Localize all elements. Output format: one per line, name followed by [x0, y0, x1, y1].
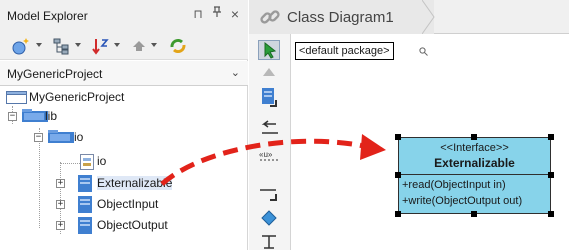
- class-stereotype: <<Interface>>: [440, 142, 509, 154]
- sort-dropdown-icon[interactable]: [114, 43, 120, 47]
- interface-shape-externalizable[interactable]: <<Interface>> Externalizable +read(Objec…: [398, 137, 551, 214]
- filter-dropdown-icon[interactable]: [75, 43, 81, 47]
- expand-toggle-icon[interactable]: +: [56, 200, 65, 209]
- resize-handle[interactable]: [471, 134, 477, 140]
- tree-node-objectoutput[interactable]: + ObjectOutput: [56, 216, 206, 236]
- panel-title: Model Explorer: [7, 9, 88, 23]
- class-operation[interactable]: +write(ObjectOutput out): [402, 195, 522, 207]
- realization-tool-icon[interactable]: [258, 120, 280, 140]
- tree-line: [60, 163, 80, 164]
- tree-node-label: ObjectInput: [97, 197, 159, 211]
- pin-panel-icon[interactable]: [209, 6, 225, 22]
- chevron-down-icon: ⌄: [230, 67, 240, 79]
- resize-handle[interactable]: [395, 134, 401, 140]
- collapse-toggle-icon[interactable]: −: [34, 133, 43, 142]
- association-tool-icon[interactable]: [258, 184, 280, 204]
- tree-filter-icon[interactable]: [52, 37, 72, 55]
- class-name[interactable]: Externalizable: [399, 156, 550, 170]
- tab-edge: [422, 0, 435, 34]
- new-model-element-icon[interactable]: [10, 37, 32, 55]
- dependency-tool-icon[interactable]: «u»: [258, 144, 280, 164]
- compartment-divider: [399, 174, 550, 175]
- tree-node-label: io: [97, 154, 107, 168]
- new-element-dropdown-icon[interactable]: [36, 43, 42, 47]
- package-search-icon[interactable]: [419, 47, 428, 59]
- explorer-toolbar: [0, 30, 248, 60]
- up-dropdown-icon[interactable]: [151, 43, 157, 47]
- pin-icon: [213, 6, 221, 17]
- tree-node-label: Externalizable: [97, 176, 173, 190]
- float-panel-icon[interactable]: ⊓: [190, 6, 206, 22]
- diagram-icon: [80, 154, 94, 170]
- tree-node-project-root[interactable]: MyGenericProject: [6, 88, 206, 108]
- sort-icon[interactable]: [91, 37, 111, 55]
- interface-icon: [78, 175, 92, 192]
- project-selector-value: MyGenericProject: [7, 67, 103, 81]
- package-folder-icon: [48, 130, 74, 143]
- tree-node-label: ObjectOutput: [97, 218, 168, 232]
- close-panel-icon[interactable]: ×: [227, 6, 243, 22]
- tree-node-externalizable[interactable]: + Externalizable: [56, 174, 206, 194]
- interface-icon: [78, 217, 92, 234]
- link-icon: [260, 10, 280, 24]
- diagram-tab-bar: Class Diagram1: [249, 0, 569, 34]
- model-explorer-panel: Model Explorer ⊓ × MyGenericProject ⌄ My…: [0, 0, 248, 250]
- tree-node-lib[interactable]: − lib: [8, 107, 208, 127]
- resize-handle[interactable]: [395, 172, 401, 178]
- tab-class-diagram1[interactable]: Class Diagram1: [249, 0, 435, 34]
- class-operation[interactable]: +read(ObjectInput in): [402, 179, 506, 191]
- diamond-tool-icon[interactable]: [258, 208, 280, 228]
- svg-text:«u»: «u»: [259, 150, 273, 159]
- expand-toggle-icon[interactable]: +: [56, 179, 65, 188]
- diagram-palette: «u»: [249, 34, 291, 250]
- resize-handle[interactable]: [548, 134, 554, 140]
- collapse-toggle-icon[interactable]: −: [8, 112, 17, 121]
- resize-handle[interactable]: [548, 172, 554, 178]
- scroll-up-icon[interactable]: [258, 66, 280, 86]
- resize-handle[interactable]: [548, 211, 554, 217]
- model-tree: MyGenericProject − lib − io io + Externa…: [0, 86, 248, 250]
- model-explorer-header: Model Explorer ⊓ ×: [0, 0, 248, 30]
- resize-handle[interactable]: [395, 211, 401, 217]
- tree-node-io-diagram[interactable]: io: [80, 152, 200, 172]
- tab-label: Class Diagram1: [287, 9, 394, 26]
- up-icon[interactable]: [130, 37, 148, 55]
- resize-handle[interactable]: [471, 211, 477, 217]
- select-pointer-icon[interactable]: [258, 40, 280, 60]
- expand-toggle-icon[interactable]: +: [56, 221, 65, 230]
- tree-node-io[interactable]: − io: [34, 128, 234, 148]
- project-selector[interactable]: MyGenericProject ⌄: [0, 61, 248, 86]
- project-icon: [6, 91, 27, 104]
- package-breadcrumb[interactable]: <default package>: [295, 42, 394, 60]
- generalization-tool-icon[interactable]: [258, 232, 280, 250]
- refresh-icon[interactable]: [168, 37, 188, 55]
- tree-node-label: lib: [45, 109, 58, 123]
- tree-node-objectinput[interactable]: + ObjectInput: [56, 195, 206, 215]
- interface-icon: [78, 196, 92, 213]
- class-tool-icon[interactable]: [258, 86, 280, 107]
- tree-node-label: io: [74, 130, 84, 144]
- tree-node-label: MyGenericProject: [29, 90, 125, 104]
